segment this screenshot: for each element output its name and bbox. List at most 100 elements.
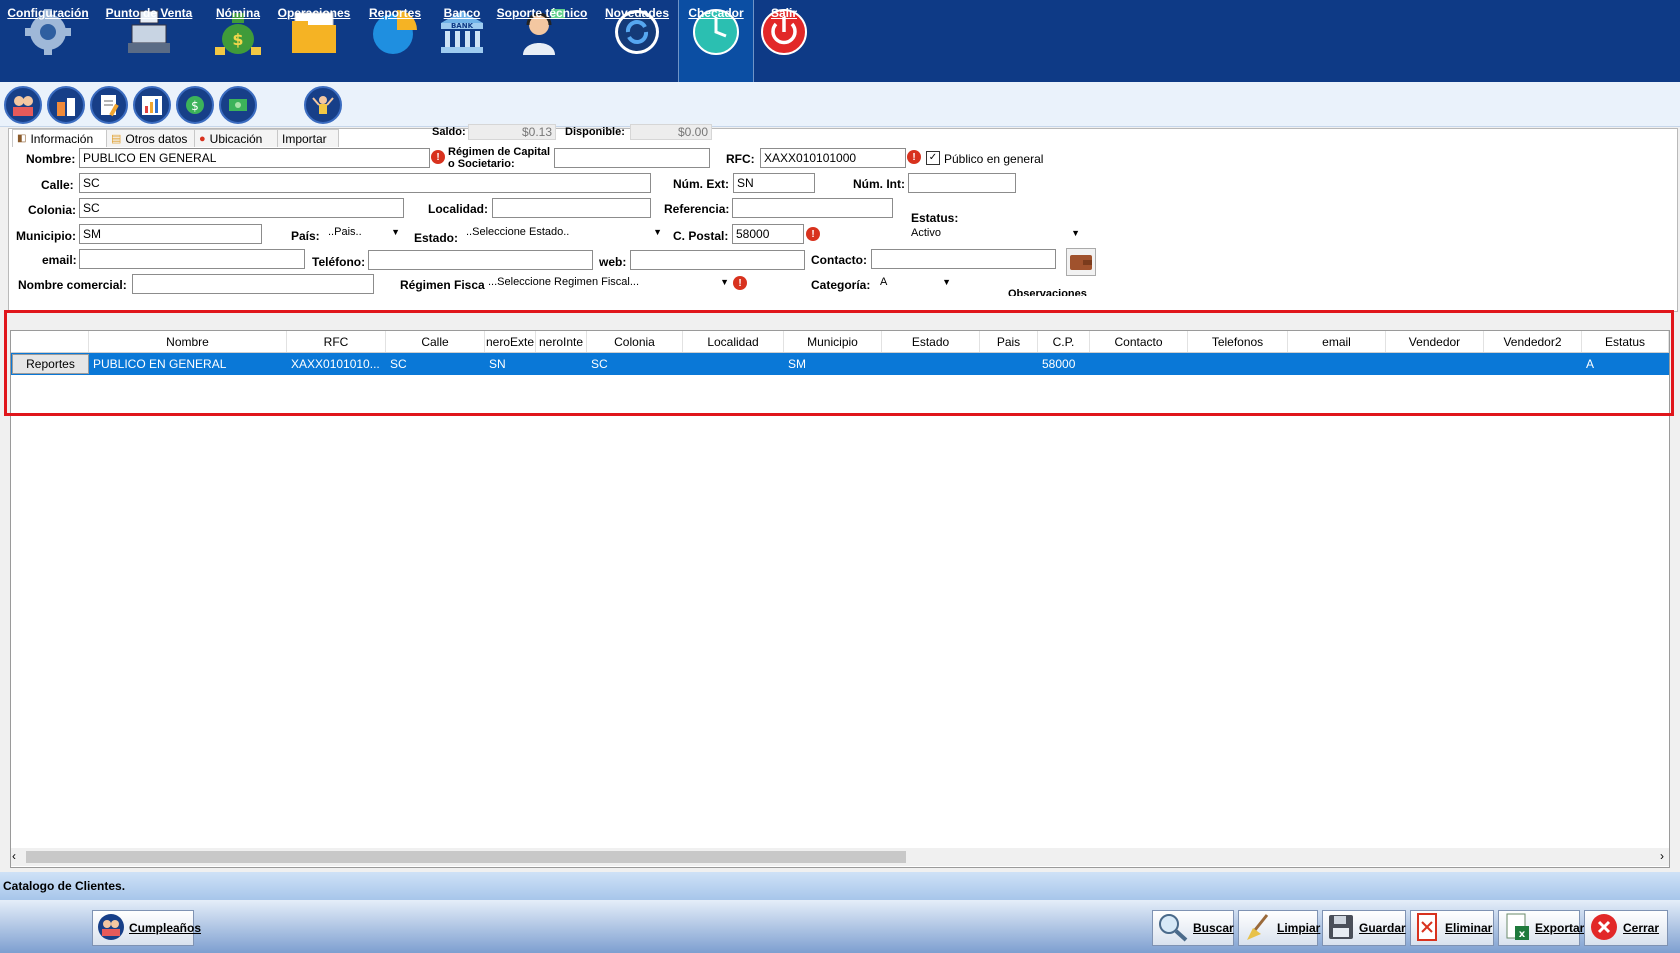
- regimen-capital-label: Régimen de Capital o Societario:: [448, 146, 550, 170]
- calle-input[interactable]: SC: [79, 173, 651, 193]
- saldo-value: $0.13: [468, 124, 556, 140]
- status-bar: Catalogo de Clientes.: [0, 872, 1680, 900]
- wallet-icon[interactable]: [1066, 248, 1096, 276]
- menu-salir-label: Salir: [770, 6, 797, 20]
- eliminar-label: Eliminar: [1445, 921, 1493, 935]
- categoria-select[interactable]: A ▼: [877, 274, 953, 294]
- menu-configuracion[interactable]: Configuración: [7, 0, 89, 82]
- magnifier-icon: [1157, 912, 1189, 945]
- regimen-capital-input[interactable]: [554, 148, 710, 168]
- tab-otros-datos-label: Otros datos: [125, 131, 188, 146]
- exportar-button[interactable]: x Exportar: [1498, 910, 1584, 946]
- chevron-down-icon: ▼: [720, 277, 729, 287]
- birthday-people-icon: [97, 913, 125, 944]
- municipio-label: Municipio:: [16, 229, 76, 243]
- scrollbar-thumb[interactable]: [26, 851, 906, 863]
- menu-checador[interactable]: Checador: [678, 0, 754, 82]
- money-exchange-icon[interactable]: $: [176, 86, 214, 124]
- menu-soporte[interactable]: Soporte técnico: [492, 0, 592, 82]
- estado-label: Estado:: [414, 231, 459, 245]
- pais-select[interactable]: ..Pais.. ▼: [325, 224, 402, 244]
- tab-otros-datos[interactable]: ▤ Otros datos: [106, 129, 200, 147]
- referencia-label: Referencia:: [664, 202, 730, 216]
- nombre-comercial-input[interactable]: [132, 274, 374, 294]
- email-input[interactable]: [79, 249, 305, 269]
- menu-configuracion-label: Configuración: [7, 6, 89, 20]
- cash-icon[interactable]: [219, 86, 257, 124]
- menu-nomina[interactable]: $ Nómina: [208, 0, 268, 82]
- person-celebrate-icon[interactable]: [304, 86, 342, 124]
- estado-select[interactable]: ..Seleccione Estado.. ▼: [463, 224, 664, 244]
- location-pin-icon: ●: [199, 132, 206, 145]
- scroll-left-icon[interactable]: ‹: [12, 849, 16, 863]
- localidad-input[interactable]: [492, 198, 651, 218]
- limpiar-button[interactable]: Limpiar: [1238, 910, 1321, 946]
- estatus-label: Estatus:: [911, 211, 959, 225]
- buscar-button[interactable]: Buscar: [1152, 910, 1234, 946]
- limpiar-label: Limpiar: [1277, 921, 1321, 935]
- regimen-fiscal-select-value: ...Seleccione Regimen Fiscal...: [488, 276, 640, 288]
- floppy-disk-icon: [1327, 913, 1355, 944]
- observaciones-tab[interactable]: Observaciones: [984, 288, 1087, 296]
- tab-importar-label: Importar: [282, 131, 327, 146]
- guardar-button[interactable]: Guardar: [1322, 910, 1406, 946]
- menu-salir[interactable]: Salir: [754, 0, 814, 82]
- broom-icon: [1243, 912, 1273, 945]
- tab-importar[interactable]: Importar: [277, 129, 339, 147]
- estado-select-value: ..Seleccione Estado..: [466, 226, 570, 238]
- municipio-input[interactable]: SM: [79, 224, 262, 244]
- tab-ubicacion[interactable]: ● Ubicación: [194, 129, 284, 147]
- products-icon[interactable]: [47, 86, 85, 124]
- menu-banco[interactable]: BANK Banco: [432, 0, 492, 82]
- regimen-capital-label-line1: Régimen de Capital: [448, 146, 551, 158]
- regimen-fiscal-label: Régimen Fiscal:: [400, 278, 493, 292]
- bank-sign-text: BANK: [451, 22, 474, 30]
- cerrar-button[interactable]: Cerrar: [1584, 910, 1668, 946]
- status-text: Catalogo de Clientes.: [3, 879, 126, 893]
- web-label: web:: [599, 255, 627, 269]
- clients-icon[interactable]: [4, 86, 42, 124]
- delete-file-icon: [1415, 912, 1441, 945]
- num-int-label: Núm. Int:: [853, 177, 905, 191]
- nombre-comercial-label: Nombre comercial:: [18, 278, 127, 292]
- cpostal-label: C. Postal:: [673, 229, 729, 243]
- pais-label: País:: [291, 229, 320, 243]
- tab-informacion[interactable]: ◧ Información: [12, 129, 112, 147]
- categoria-label: Categoría:: [811, 278, 871, 292]
- cpostal-input[interactable]: 58000: [732, 224, 804, 244]
- menu-operaciones[interactable]: Operaciones: [278, 0, 350, 82]
- disponible-label: Disponible:: [565, 126, 625, 138]
- regimen-fiscal-select[interactable]: ...Seleccione Regimen Fiscal... ▼: [485, 274, 731, 294]
- menu-soporte-label: Soporte técnico: [496, 6, 588, 20]
- rfc-input[interactable]: XAXX010101000: [760, 148, 906, 168]
- nombre-input[interactable]: PUBLICO EN GENERAL: [79, 148, 430, 168]
- calle-label: Calle:: [41, 178, 74, 192]
- document-edit-icon[interactable]: [90, 86, 128, 124]
- disponible-value: $0.00: [630, 124, 712, 140]
- menu-novedades[interactable]: Novedades: [600, 0, 674, 82]
- clipboard-icon: ▤: [111, 133, 122, 145]
- scroll-right-icon[interactable]: ›: [1660, 849, 1664, 863]
- rfc-label: RFC:: [726, 152, 755, 166]
- menu-punto-venta-label: Punto de Venta: [105, 6, 193, 20]
- bar-chart-icon[interactable]: [133, 86, 171, 124]
- publico-general-checkbox[interactable]: ✓: [926, 151, 940, 165]
- referencia-input[interactable]: [732, 198, 893, 218]
- menu-reportes-label: Reportes: [368, 6, 421, 20]
- menu-punto-venta[interactable]: Punto de Venta: [106, 0, 192, 82]
- warning-icon: !: [806, 227, 820, 241]
- eliminar-button[interactable]: Eliminar: [1410, 910, 1494, 946]
- web-input[interactable]: [630, 250, 805, 270]
- exportar-label: Exportar: [1535, 921, 1585, 935]
- colonia-input[interactable]: SC: [79, 198, 404, 218]
- num-ext-input[interactable]: SN: [733, 173, 815, 193]
- num-int-input[interactable]: [908, 173, 1016, 193]
- telefono-input[interactable]: [368, 250, 593, 270]
- cumpleanos-button[interactable]: Cumpleaños: [92, 910, 201, 946]
- nombre-label: Nombre:: [26, 152, 76, 166]
- menu-operaciones-label: Operaciones: [277, 6, 351, 20]
- estatus-select[interactable]: Activo ▼: [908, 225, 1082, 245]
- menu-reportes[interactable]: Reportes: [364, 0, 426, 82]
- menu-banco-label: Banco: [443, 6, 481, 20]
- contacto-input[interactable]: [871, 249, 1056, 269]
